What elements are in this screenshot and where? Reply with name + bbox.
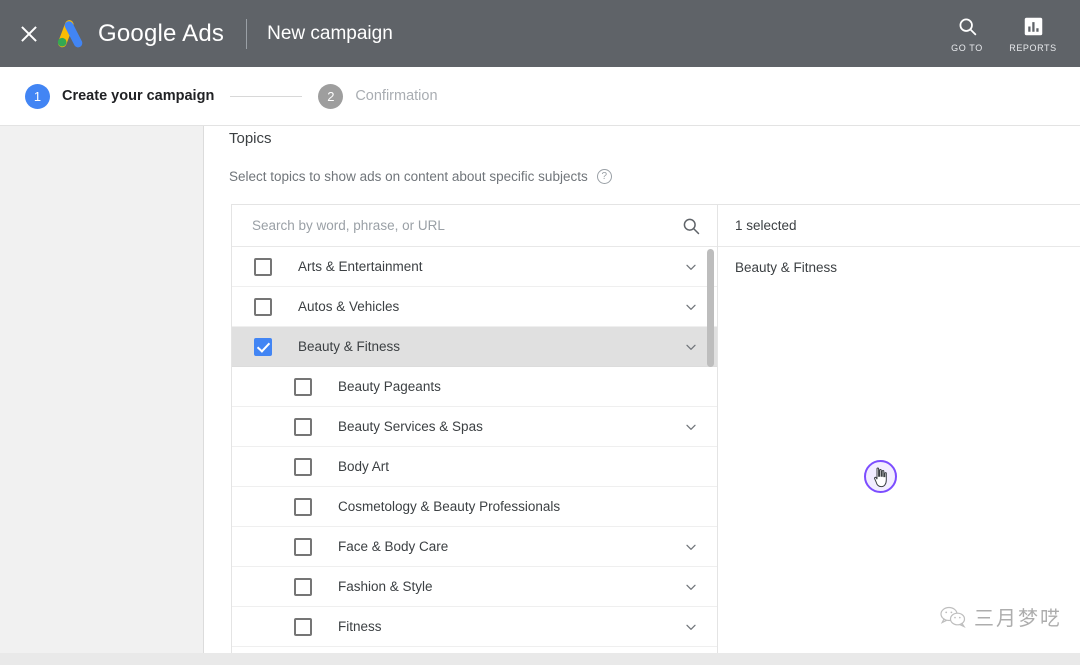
chevron-down-icon[interactable] bbox=[683, 419, 699, 435]
topic-label: Arts & Entertainment bbox=[298, 259, 423, 274]
step-1-number: 1 bbox=[25, 84, 50, 109]
topic-label: Face & Body Care bbox=[338, 539, 448, 554]
topic-checkbox[interactable] bbox=[294, 618, 312, 636]
section-description-row: Select topics to show ads on content abo… bbox=[229, 169, 612, 184]
topic-label: Fitness bbox=[338, 619, 382, 634]
tree-scrollbar-thumb[interactable] bbox=[707, 249, 714, 367]
chevron-spacer bbox=[683, 459, 699, 475]
chevron-spacer bbox=[683, 379, 699, 395]
selected-topics-list: Beauty & Fitness bbox=[718, 247, 1080, 287]
google-ads-new-campaign-screen: Google Ads New campaign GO TO bbox=[0, 0, 1080, 665]
topic-label: Beauty Services & Spas bbox=[338, 419, 483, 434]
topic-label: Beauty Pageants bbox=[338, 379, 441, 394]
bottom-strip bbox=[0, 653, 1080, 665]
brand-name: Google Ads bbox=[98, 20, 224, 48]
go-to-button[interactable]: GO TO bbox=[934, 14, 1000, 53]
tree-row[interactable]: Arts & Entertainment bbox=[232, 247, 717, 287]
stepper-connector bbox=[230, 96, 302, 97]
topic-label: Fashion & Style bbox=[338, 579, 433, 594]
search-icon[interactable] bbox=[681, 216, 701, 236]
tree-row[interactable]: Face & Body Care bbox=[232, 527, 717, 567]
chevron-down-icon[interactable] bbox=[683, 259, 699, 275]
google-ads-logo-icon bbox=[54, 19, 88, 49]
go-to-label: GO TO bbox=[951, 43, 983, 53]
section-title: Topics bbox=[229, 130, 272, 147]
tree-row[interactable]: Fitness bbox=[232, 607, 717, 647]
step-2-number: 2 bbox=[318, 84, 343, 109]
reports-bar-chart-icon bbox=[1023, 14, 1044, 38]
topic-label: Body Art bbox=[338, 459, 389, 474]
selected-count-label: 1 selected bbox=[718, 205, 1080, 247]
topic-checkbox[interactable] bbox=[254, 298, 272, 316]
topic-checkbox[interactable] bbox=[294, 538, 312, 556]
search-row bbox=[232, 205, 717, 247]
tree-row[interactable]: Body Art bbox=[232, 447, 717, 487]
step-2-label: Confirmation bbox=[355, 88, 437, 104]
topics-tree[interactable]: Arts & Entertainment Autos & Vehicles Beau… bbox=[232, 247, 717, 652]
topics-picker: Arts & Entertainment Autos & Vehicles Beau… bbox=[231, 204, 1080, 653]
top-app-bar: Google Ads New campaign GO TO bbox=[0, 0, 1080, 67]
topbar-actions: GO TO REPORTS bbox=[934, 14, 1080, 53]
reports-label: REPORTS bbox=[1009, 43, 1057, 53]
brand-divider bbox=[246, 19, 247, 49]
close-icon[interactable] bbox=[18, 23, 40, 45]
selected-topic-item[interactable]: Beauty & Fitness bbox=[718, 247, 1080, 287]
page-title: New campaign bbox=[267, 23, 393, 45]
topic-label: Autos & Vehicles bbox=[298, 299, 399, 314]
tree-scrollbar-track[interactable] bbox=[707, 249, 714, 653]
tree-row[interactable]: Fashion & Style bbox=[232, 567, 717, 607]
topic-checkbox[interactable] bbox=[294, 458, 312, 476]
topic-label: Beauty & Fitness bbox=[298, 339, 400, 354]
topic-checkbox[interactable] bbox=[294, 418, 312, 436]
chevron-spacer bbox=[683, 499, 699, 515]
topic-checkbox[interactable] bbox=[294, 378, 312, 396]
chevron-down-icon[interactable] bbox=[683, 339, 699, 355]
campaign-stepper: 1 Create your campaign 2 Confirmation bbox=[0, 67, 1080, 126]
step-1-label: Create your campaign bbox=[62, 88, 214, 104]
tree-row[interactable]: Beauty Services & Spas bbox=[232, 407, 717, 447]
step-confirmation[interactable]: 2 Confirmation bbox=[318, 84, 437, 109]
topic-checkbox[interactable] bbox=[254, 258, 272, 276]
topic-label: Cosmetology & Beauty Professionals bbox=[338, 499, 560, 514]
reports-button[interactable]: REPORTS bbox=[1000, 14, 1066, 53]
step-create-your-campaign[interactable]: 1 Create your campaign bbox=[25, 84, 214, 109]
selected-topics-column: 1 selected Beauty & Fitness bbox=[718, 205, 1080, 653]
chevron-down-icon[interactable] bbox=[683, 619, 699, 635]
chevron-down-icon[interactable] bbox=[683, 299, 699, 315]
topics-content-panel: Topics Select topics to show ads on cont… bbox=[203, 126, 1080, 653]
search-icon bbox=[957, 14, 978, 38]
search-input[interactable] bbox=[252, 218, 681, 233]
tree-row[interactable]: Autos & Vehicles bbox=[232, 287, 717, 327]
topics-tree-column: Arts & Entertainment Autos & Vehicles Beau… bbox=[232, 205, 718, 653]
chevron-down-icon[interactable] bbox=[683, 539, 699, 555]
tree-row[interactable]: Beauty & Fitness bbox=[232, 327, 717, 367]
topic-checkbox[interactable] bbox=[294, 498, 312, 516]
tree-row[interactable]: Beauty Pageants bbox=[232, 367, 717, 407]
topic-checkbox[interactable] bbox=[294, 578, 312, 596]
topic-checkbox[interactable] bbox=[254, 338, 272, 356]
tree-row[interactable]: Cosmetology & Beauty Professionals bbox=[232, 487, 717, 527]
section-description: Select topics to show ads on content abo… bbox=[229, 169, 588, 184]
chevron-down-icon[interactable] bbox=[683, 579, 699, 595]
help-icon[interactable]: ? bbox=[597, 169, 612, 184]
